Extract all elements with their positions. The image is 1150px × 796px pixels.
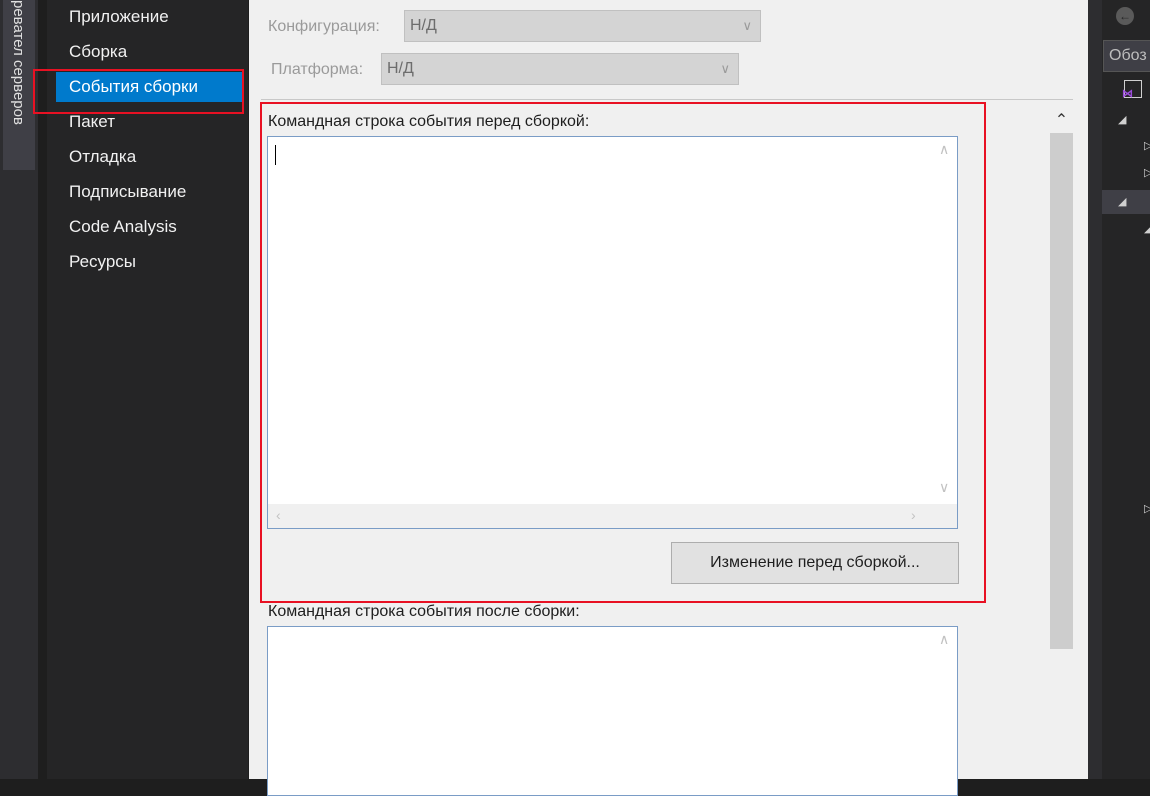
chevron-down-icon: ∨ <box>720 61 730 76</box>
divider <box>38 0 47 779</box>
nav-item-code-analysis[interactable]: Code Analysis <box>56 212 244 242</box>
prebuild-command-textarea[interactable]: ∧ ∨ ‹ › <box>267 136 958 529</box>
panel-separator <box>1088 0 1102 779</box>
nav-item-build-events[interactable]: События сборки <box>56 72 244 102</box>
postbuild-command-textarea[interactable]: ∧ <box>267 626 958 796</box>
expand-triangle-icon[interactable]: ▷ <box>1144 502 1150 515</box>
nav-item-debug[interactable]: Отладка <box>56 142 244 172</box>
postbuild-label: Командная строка события после сборки: <box>268 603 580 620</box>
platform-value: Н/Д <box>387 60 414 77</box>
nav-item-application[interactable]: Приложение <box>56 2 244 32</box>
chevron-up-icon[interactable]: ∧ <box>939 141 949 158</box>
chevron-up-icon[interactable]: ∧ <box>939 631 949 648</box>
platform-label: Платформа: <box>271 61 364 78</box>
configuration-value: Н/Д <box>410 17 437 34</box>
back-arrow-icon[interactable]: ← <box>1116 7 1134 25</box>
build-events-page: Конфигурация: Н/Д ∨ Платформа: Н/Д ∨ Ком… <box>249 0 1088 796</box>
solution-search-input[interactable]: Обоз <box>1103 40 1150 72</box>
server-explorer-tab[interactable]: ревател серверов <box>3 0 35 170</box>
vs-project-icon: ⋈ <box>1122 80 1142 100</box>
collapse-triangle-icon[interactable]: ◢ <box>1118 113 1126 126</box>
chevron-down-icon: ∨ <box>742 18 752 33</box>
divider <box>261 99 1073 100</box>
chevron-left-icon[interactable]: ‹ <box>276 507 281 523</box>
collapse-triangle-icon[interactable]: ◢ <box>1118 195 1126 208</box>
property-pages-nav: Приложение Сборка События сборки Пакет О… <box>47 0 248 779</box>
prebuild-vertical-scrollbar[interactable]: ∧ ∨ <box>933 137 957 504</box>
nav-item-package[interactable]: Пакет <box>56 107 244 137</box>
chevron-down-icon[interactable]: ∨ <box>939 479 949 496</box>
tree-selected-row[interactable]: ◢ <box>1102 190 1150 214</box>
solution-explorer-panel: ← Обоз ⋈ ◢ ▷ ▷ ◢ ◢ ▷ <box>1102 0 1150 779</box>
expand-triangle-icon[interactable]: ▷ <box>1144 166 1150 179</box>
platform-dropdown[interactable]: Н/Д ∨ <box>381 53 739 85</box>
chevron-right-icon[interactable]: › <box>911 507 916 523</box>
collapse-triangle-icon[interactable]: ◢ <box>1144 222 1150 235</box>
postbuild-vertical-scrollbar[interactable]: ∧ <box>933 627 957 795</box>
chevron-up-icon[interactable]: ⌃ <box>1049 110 1074 130</box>
nav-item-signing[interactable]: Подписывание <box>56 177 244 207</box>
prebuild-label: Командная строка события перед сборкой: <box>268 113 590 130</box>
scrollbar-thumb[interactable] <box>1050 133 1073 649</box>
configuration-dropdown[interactable]: Н/Д ∨ <box>404 10 761 42</box>
solution-search-placeholder: Обоз <box>1109 47 1147 64</box>
left-tool-strip: ревател серверов <box>0 0 38 779</box>
server-explorer-tab-label: ревател серверов <box>10 0 27 125</box>
page-vertical-scrollbar[interactable]: ⌃ <box>1049 108 1074 779</box>
text-caret <box>275 145 276 165</box>
prebuild-horizontal-scrollbar[interactable]: ‹ › <box>268 504 957 528</box>
nav-item-resources[interactable]: Ресурсы <box>56 247 244 277</box>
edit-prebuild-button[interactable]: Изменение перед сборкой... <box>671 542 959 584</box>
configuration-label: Конфигурация: <box>268 18 380 35</box>
nav-item-build[interactable]: Сборка <box>56 37 244 67</box>
expand-triangle-icon[interactable]: ▷ <box>1144 139 1150 152</box>
